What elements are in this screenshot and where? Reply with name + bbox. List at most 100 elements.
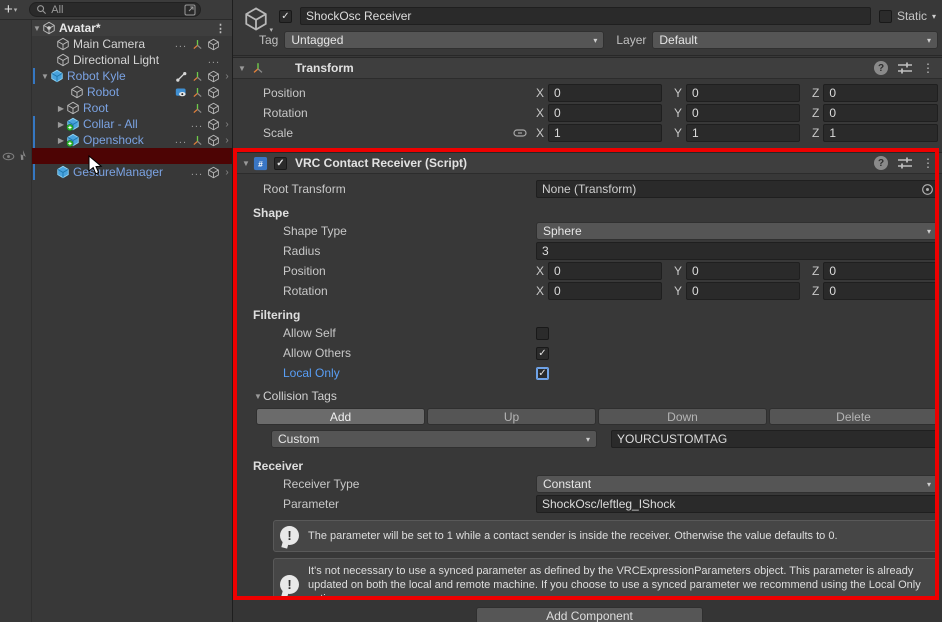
foldout-open-icon[interactable]: ▼ (32, 24, 42, 33)
shape-position-z-field[interactable] (823, 262, 938, 280)
position-z-field[interactable] (823, 84, 938, 102)
scale-y-field[interactable] (686, 124, 800, 142)
annotation-row-highlight (52, 148, 225, 164)
receiver-type-dropdown[interactable]: Constant ▾ (536, 475, 938, 493)
prefab-open-chevron-icon[interactable]: › (222, 119, 232, 130)
active-checkbox[interactable]: ✓ (279, 10, 292, 23)
down-tag-button[interactable]: Down (598, 408, 767, 425)
prefab-open-chevron-icon[interactable]: › (222, 71, 232, 82)
shape-position-x-field[interactable] (548, 262, 662, 280)
dropdown-caret-icon: ▾ (927, 227, 931, 236)
collision-tag-entry-row: Custom ▾ (271, 430, 938, 448)
tag-dropdown[interactable]: Untagged ▾ (284, 31, 604, 49)
component-enabled-checkbox[interactable]: ✓ (274, 157, 287, 170)
foldout-open-icon[interactable]: ▼ (241, 159, 251, 168)
contact-receiver-header[interactable]: ▼ # ✓ VRC Contact Receiver (Script) ? ⋮ (233, 152, 942, 174)
shape-type-value: Sphere (543, 224, 921, 238)
foldout-open-icon[interactable]: ▼ (40, 72, 50, 81)
prefab-open-chevron-icon[interactable]: › (222, 135, 232, 146)
prefab-open-chevron-icon[interactable]: › (222, 167, 232, 178)
hierarchy-search-field[interactable] (47, 4, 180, 16)
hierarchy-item-directional-light[interactable]: Directional Light ... (32, 52, 232, 68)
static-flags-caret-icon[interactable]: ▾ (932, 12, 936, 21)
rotation-z-field[interactable] (823, 104, 938, 122)
item-label: Directional Light (73, 53, 159, 67)
allow-others-label: Allow Others (233, 346, 536, 360)
foldout-closed-icon[interactable]: ▶ (56, 104, 66, 113)
static-checkbox[interactable] (879, 10, 892, 23)
help-icon[interactable]: ? (874, 156, 888, 170)
local-only-checkbox[interactable]: ✓ (536, 367, 549, 380)
add-component-button[interactable]: Add Component (476, 607, 703, 622)
hierarchy-item-main-camera[interactable]: Main Camera ... (32, 36, 232, 52)
gameobject-icon (56, 53, 70, 67)
gameobject-name-field[interactable] (300, 7, 871, 25)
shape-position-y-field[interactable] (686, 262, 800, 280)
up-tag-button[interactable]: Up (427, 408, 596, 425)
create-object-button[interactable]: + (4, 1, 13, 19)
tag-type-dropdown[interactable]: Custom ▾ (271, 430, 597, 448)
allow-self-row: Allow Self (233, 323, 942, 343)
hierarchy-item-robot-kyle[interactable]: ▼ Robot Kyle › (32, 68, 232, 84)
shape-rotation-x-field[interactable] (548, 282, 662, 300)
position-x-field[interactable] (548, 84, 662, 102)
open-search-window-icon[interactable] (184, 4, 196, 16)
collision-tags-buttons: Add Up Down Delete (256, 408, 938, 425)
gameobject-icon-large[interactable]: ▾ (243, 6, 269, 32)
parameter-field[interactable] (536, 495, 938, 513)
shape-section-header: Shape (233, 205, 942, 221)
transform-component: ▼ Transform ? ⋮ Position X Y Z Rotation (233, 57, 942, 148)
axis-y-label: Y (674, 86, 682, 100)
hierarchy-item-openshock[interactable]: ▶ Openshock ... › (32, 132, 232, 148)
foldout-closed-icon[interactable]: ▶ (56, 120, 66, 129)
shape-rotation-y-field[interactable] (686, 282, 800, 300)
transform-overlay-icon (191, 134, 204, 147)
root-transform-object-field[interactable]: None (Transform) (536, 180, 938, 198)
scene-row-avatar[interactable]: ▼ Avatar* ⋮ (32, 20, 232, 36)
radius-field[interactable] (536, 242, 938, 260)
rotation-y-field[interactable] (686, 104, 800, 122)
custom-tag-field[interactable] (611, 430, 938, 448)
rotation-x-field[interactable] (548, 104, 662, 122)
hierarchy-item-collar-all[interactable]: ▶ Collar - All ... › (32, 116, 232, 132)
collision-tags-foldout[interactable]: ▼ Collision Tags (233, 388, 942, 404)
gameobject-icon (66, 101, 80, 115)
visibility-eye-icon[interactable] (2, 150, 15, 163)
truncation-ellipsis: ... (191, 166, 203, 178)
foldout-open-icon[interactable]: ▼ (253, 392, 263, 401)
scale-x-field[interactable] (548, 124, 662, 142)
constrain-proportions-link-icon[interactable] (513, 128, 527, 138)
scene-options-kebab-icon[interactable]: ⋮ (215, 22, 232, 35)
hierarchy-search-input[interactable] (29, 2, 201, 17)
presets-icon[interactable] (898, 62, 912, 74)
cube-overlay-icon (207, 118, 220, 131)
gameobject-icon (70, 85, 84, 99)
hierarchy-item-robot[interactable]: Robot (32, 84, 232, 100)
avatar-eye-overlay-icon (175, 86, 188, 99)
foldout-closed-icon[interactable]: ▶ (56, 136, 66, 145)
transform-scale-row: Scale X Y Z (233, 123, 942, 143)
delete-tag-button[interactable]: Delete (769, 408, 938, 425)
allow-self-checkbox[interactable] (536, 327, 549, 340)
scale-z-field[interactable] (823, 124, 938, 142)
layer-dropdown[interactable]: Default ▾ (652, 31, 938, 49)
shape-rotation-z-field[interactable] (823, 282, 938, 300)
component-menu-kebab-icon[interactable]: ⋮ (922, 156, 934, 170)
shape-type-dropdown[interactable]: Sphere ▾ (536, 222, 938, 240)
position-label: Position (233, 86, 536, 100)
pickability-hand-icon[interactable] (16, 148, 30, 163)
hierarchy-item-gesturemanager[interactable]: GestureManager ... › (32, 164, 232, 180)
hierarchy-item-root[interactable]: ▶ Root (32, 100, 232, 116)
component-menu-kebab-icon[interactable]: ⋮ (922, 61, 934, 75)
create-object-caret-icon[interactable]: ▾ (14, 6, 18, 14)
help-icon[interactable]: ? (874, 61, 888, 75)
add-tag-button[interactable]: Add (256, 408, 425, 425)
foldout-open-icon[interactable]: ▼ (237, 64, 247, 73)
presets-icon[interactable] (898, 157, 912, 169)
transform-header[interactable]: ▼ Transform ? ⋮ (233, 57, 942, 79)
object-picker-icon[interactable] (921, 183, 934, 196)
position-y-field[interactable] (686, 84, 800, 102)
axis-z-label: Z (812, 106, 819, 120)
axis-z-label: Z (812, 264, 819, 278)
allow-others-checkbox[interactable]: ✓ (536, 347, 549, 360)
